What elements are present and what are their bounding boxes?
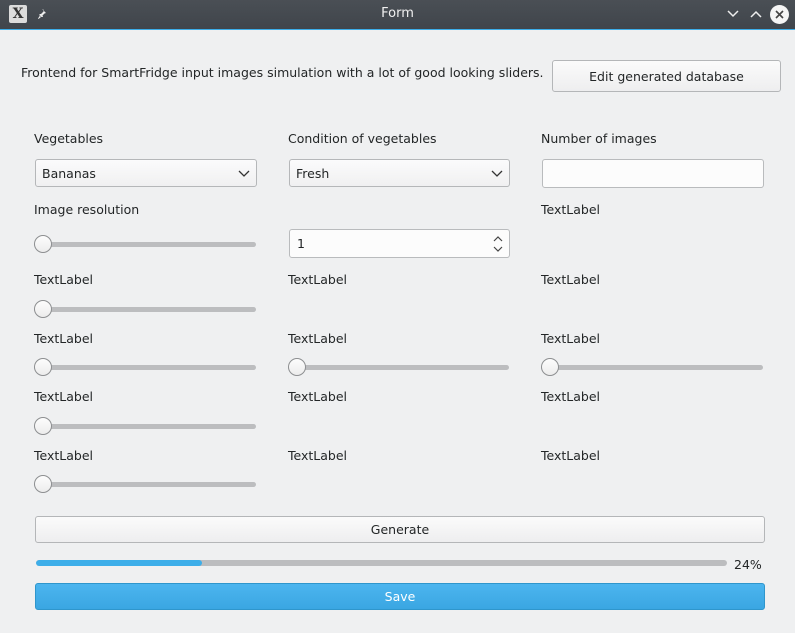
slider[interactable] [34, 474, 256, 494]
generate-button-label: Generate [370, 522, 430, 537]
text-label: TextLabel [288, 272, 348, 287]
slider-handle[interactable] [34, 235, 52, 253]
text-label: TextLabel [288, 389, 348, 404]
slider-groove [288, 365, 509, 370]
slider-groove [541, 365, 763, 370]
edit-database-button[interactable]: Edit generated database [552, 60, 781, 92]
slider[interactable] [34, 357, 256, 377]
slider-handle[interactable] [34, 417, 52, 435]
slider-groove [34, 242, 256, 247]
slider-handle[interactable] [541, 358, 559, 376]
condition-selected: Fresh [296, 165, 330, 181]
resolution-label: Image resolution [34, 202, 140, 217]
edit-database-button-label: Edit generated database [589, 68, 744, 84]
text-label: TextLabel [34, 389, 94, 404]
condition-label: Condition of vegetables [288, 131, 437, 146]
text-label: TextLabel [541, 331, 601, 346]
slider-handle[interactable] [34, 300, 52, 318]
slider-handle[interactable] [288, 358, 306, 376]
num-images-input[interactable] [542, 159, 764, 188]
condition-combobox[interactable]: Fresh [289, 159, 510, 187]
minimize-icon[interactable] [724, 5, 742, 23]
close-icon[interactable] [770, 5, 789, 24]
slider-groove [34, 307, 256, 312]
text-label: TextLabel [34, 331, 94, 346]
vegetables-label: Vegetables [34, 131, 104, 146]
chevron-down-icon [238, 170, 250, 177]
text-label: TextLabel [541, 448, 601, 463]
progress-fill [36, 560, 202, 566]
slider[interactable] [541, 357, 763, 377]
progress-text: 24% [734, 557, 762, 572]
slider-groove [34, 482, 256, 487]
text-label: TextLabel [288, 448, 348, 463]
resolution-slider[interactable] [34, 234, 256, 254]
maximize-icon[interactable] [747, 5, 765, 23]
window-title: Form [381, 6, 414, 21]
slider-groove [34, 424, 256, 429]
spinbox-value: 1 [297, 236, 305, 251]
text-label: TextLabel [34, 448, 94, 463]
text-label: TextLabel [541, 272, 601, 287]
slider[interactable] [34, 416, 256, 436]
progress-bar [36, 560, 727, 566]
slider-groove [34, 365, 256, 370]
spin-arrows-icon[interactable] [493, 235, 503, 253]
text-label: TextLabel [288, 331, 348, 346]
vegetables-combobox[interactable]: Bananas [35, 159, 257, 187]
vegetables-selected: Bananas [42, 165, 96, 181]
text-label: TextLabel [541, 202, 601, 217]
num-images-label: Number of images [541, 131, 657, 146]
save-button[interactable]: Save [35, 583, 765, 610]
chevron-down-icon [491, 170, 503, 177]
save-button-label: Save [384, 589, 416, 604]
value-spinbox[interactable]: 1 [289, 229, 510, 258]
title-bar[interactable]: X Form [0, 0, 795, 30]
slider-handle[interactable] [34, 475, 52, 493]
text-label: TextLabel [541, 389, 601, 404]
slider[interactable] [34, 299, 256, 319]
text-label: TextLabel [34, 272, 94, 287]
slider[interactable] [288, 357, 509, 377]
generate-button[interactable]: Generate [35, 516, 765, 543]
description-label: Frontend for SmartFridge input images si… [21, 65, 544, 80]
slider-handle[interactable] [34, 358, 52, 376]
